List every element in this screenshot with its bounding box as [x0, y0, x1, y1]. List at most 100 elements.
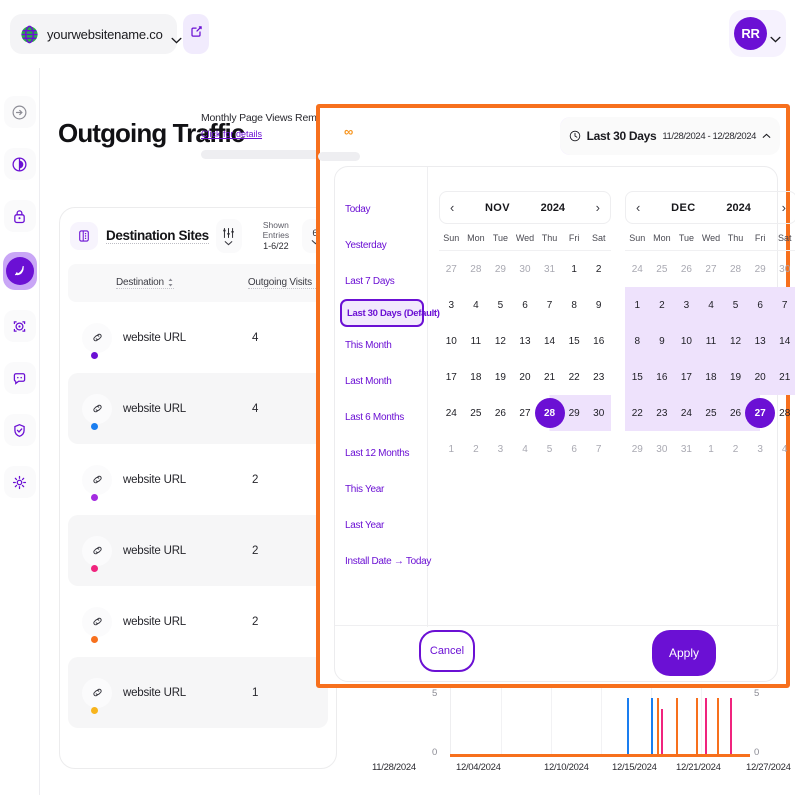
date-preset-item[interactable]: This Year [335, 471, 427, 507]
calendar-day-cell[interactable]: 25 [650, 251, 675, 287]
date-preset-item[interactable]: Last 6 Months [335, 399, 427, 435]
chevron-down-icon[interactable] [770, 30, 781, 37]
calendar-day-cell[interactable]: 18 [464, 359, 489, 395]
calendar-day-cell[interactable]: 4 [699, 287, 724, 323]
calendar-day-cell[interactable]: 21 [772, 359, 795, 395]
table-row[interactable]: website URL4 [68, 302, 328, 373]
calendar-day-cell[interactable]: 22 [562, 359, 587, 395]
sidebar-item-target-scan[interactable] [4, 310, 36, 342]
calendar-day-cell[interactable]: 25 [464, 395, 489, 431]
calendar-day-cell[interactable]: 5 [537, 431, 562, 467]
calendar-day-cell[interactable]: 15 [625, 359, 650, 395]
cancel-button[interactable]: Cancel [419, 630, 475, 672]
calendar-day-cell[interactable]: 24 [674, 395, 699, 431]
date-preset-item[interactable]: Last 7 Days [335, 263, 427, 299]
calendar-day-cell[interactable]: 17 [674, 359, 699, 395]
calendar-day-cell[interactable]: 3 [674, 287, 699, 323]
calendar-day-cell[interactable]: 11 [699, 323, 724, 359]
sidebar-item-shield-check[interactable] [4, 414, 36, 446]
column-header-outgoing-visits[interactable]: Outgoing Visits [248, 277, 322, 289]
table-row[interactable]: website URL2 [68, 444, 328, 515]
calendar-day-cell[interactable]: 25 [699, 395, 724, 431]
page-views-details-link[interactable]: Click for details [201, 129, 262, 139]
date-preset-item[interactable]: This Month [335, 327, 427, 363]
calendar-day-cell[interactable]: 26 [674, 251, 699, 287]
calendar-day-cell[interactable]: 3 [748, 431, 773, 467]
calendar-day-cell[interactable]: 28 [723, 251, 748, 287]
calendar-day-cell[interactable]: 16 [586, 323, 611, 359]
calendar-day-cell[interactable]: 7 [772, 287, 795, 323]
calendar-day-cell[interactable]: 19 [723, 359, 748, 395]
account-menu[interactable]: RR [729, 10, 786, 57]
calendar-day-cell[interactable]: 1 [439, 431, 464, 467]
calendar-day-cell[interactable]: 30 [586, 395, 611, 431]
calendar-day-cell[interactable]: 4 [513, 431, 538, 467]
site-selector[interactable]: yourwebsitename.co [10, 14, 177, 54]
sidebar-item-pie-chart[interactable] [4, 148, 36, 180]
calendar-day-cell[interactable]: 12 [488, 323, 513, 359]
date-preset-item[interactable]: Last Month [335, 363, 427, 399]
calendar-day-cell[interactable]: 13 [513, 323, 538, 359]
open-external-button[interactable] [183, 14, 209, 54]
calendar-day-cell[interactable]: 4 [464, 287, 489, 323]
calendar-day-cell[interactable]: 7 [537, 287, 562, 323]
date-preset-item[interactable]: Last 30 Days (Default) [340, 299, 424, 327]
calendar-day-cell[interactable]: 10 [674, 323, 699, 359]
calendar-day-cell[interactable]: 26 [488, 395, 513, 431]
calendar-day-cell[interactable]: 2 [586, 251, 611, 287]
calendar-day-cell[interactable]: 14 [772, 323, 795, 359]
calendar-day-cell[interactable]: 4 [772, 431, 795, 467]
table-row[interactable]: website URL2 [68, 515, 328, 586]
calendar-day-cell[interactable]: 8 [562, 287, 587, 323]
calendar-day-cell[interactable]: 24 [439, 395, 464, 431]
date-preset-item[interactable]: Yesterday [335, 227, 427, 263]
chevron-right-icon[interactable]: › [782, 201, 786, 214]
chevron-up-icon[interactable] [762, 133, 771, 139]
calendar-day-cell[interactable]: 11 [464, 323, 489, 359]
calendar-day-cell[interactable]: 6 [748, 287, 773, 323]
calendar-day-cell[interactable]: 6 [513, 287, 538, 323]
sidebar-item-chat[interactable] [4, 362, 36, 394]
calendar-day-cell[interactable]: 1 [562, 251, 587, 287]
calendar-day-cell[interactable]: 30 [650, 431, 675, 467]
calendar-day-cell[interactable]: 29 [625, 431, 650, 467]
calendar-day-cell[interactable]: 19 [488, 359, 513, 395]
sidebar-item-settings[interactable] [4, 466, 36, 498]
calendar-day-cell[interactable]: 21 [537, 359, 562, 395]
date-preset-item[interactable]: Last Year [335, 507, 427, 543]
calendar-day-cell[interactable]: 9 [650, 323, 675, 359]
table-row[interactable]: website URL13% [68, 657, 328, 728]
table-row[interactable]: website URL4 [68, 373, 328, 444]
sidebar-item-lock[interactable] [4, 200, 36, 232]
calendar-day-cell[interactable]: 22 [625, 395, 650, 431]
calendar-day-cell[interactable]: 5 [488, 287, 513, 323]
calendar-day-cell[interactable]: 27 [748, 395, 773, 431]
calendar-day-cell[interactable]: 20 [513, 359, 538, 395]
calendar-day-cell[interactable]: 28 [464, 251, 489, 287]
apply-button[interactable]: Apply [652, 630, 716, 676]
calendar-day-cell[interactable]: 29 [562, 395, 587, 431]
calendar-day-cell[interactable]: 20 [748, 359, 773, 395]
calendar-day-cell[interactable]: 2 [650, 287, 675, 323]
date-preset-item[interactable]: Install Date → Today [335, 543, 427, 579]
calendar-day-cell[interactable]: 15 [562, 323, 587, 359]
date-range-pill[interactable]: Last 30 Days 11/28/2024 - 12/28/2024 [560, 117, 780, 155]
calendar-day-cell[interactable]: 2 [723, 431, 748, 467]
calendar-day-cell[interactable]: 14 [537, 323, 562, 359]
sidebar-item-login-arrow[interactable] [4, 96, 36, 128]
calendar-day-cell[interactable]: 23 [586, 359, 611, 395]
calendar-day-cell[interactable]: 5 [723, 287, 748, 323]
calendar-day-cell[interactable]: 30 [513, 251, 538, 287]
date-preset-item[interactable]: Last 12 Months [335, 435, 427, 471]
calendar-day-cell[interactable]: 9 [586, 287, 611, 323]
filter-button[interactable] [216, 219, 242, 253]
calendar-day-cell[interactable]: 27 [439, 251, 464, 287]
calendar-day-cell[interactable]: 3 [488, 431, 513, 467]
calendar-day-cell[interactable]: 13 [748, 323, 773, 359]
calendar-day-cell[interactable]: 1 [699, 431, 724, 467]
calendar-day-cell[interactable]: 16 [650, 359, 675, 395]
calendar-day-cell[interactable]: 3 [439, 287, 464, 323]
calendar-day-cell[interactable]: 29 [748, 251, 773, 287]
calendar-day-cell[interactable]: 10 [439, 323, 464, 359]
calendar-day-cell[interactable]: 28 [537, 395, 562, 431]
